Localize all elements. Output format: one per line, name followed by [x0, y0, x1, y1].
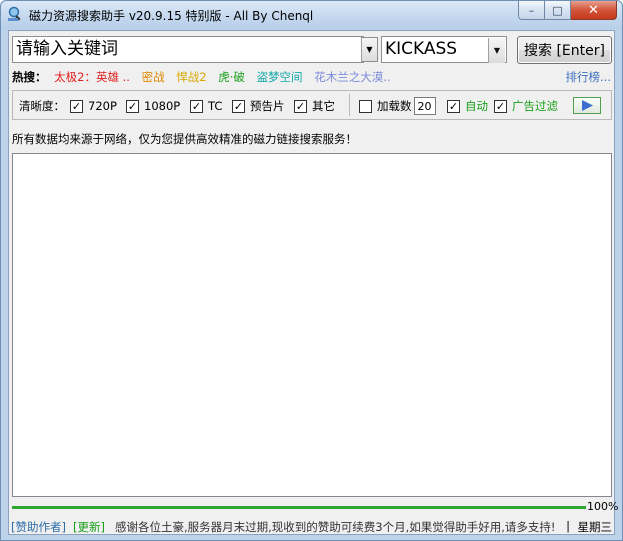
search-history-dropdown-button[interactable]: ▼ — [361, 37, 378, 62]
clarity-label: 清晰度： — [19, 98, 65, 114]
progress-fill — [12, 506, 586, 509]
window-controls: – □ ✕ — [518, 1, 617, 21]
option-tc[interactable]: ✓ TC — [190, 98, 222, 114]
option-label: 1080P — [144, 99, 181, 113]
checkbox-trailer[interactable]: ✓ — [232, 99, 245, 113]
maximize-button[interactable]: □ — [545, 1, 571, 20]
hot-item[interactable]: 密战 — [142, 70, 165, 84]
checkbox-ad-filter[interactable]: ✓ — [494, 99, 507, 113]
progress-bar — [12, 506, 586, 509]
weekday-label: 星期三 — [577, 520, 613, 534]
hot-item[interactable]: 太极2：英雄 .. — [54, 70, 130, 84]
option-1080p[interactable]: ✓ 1080P — [126, 98, 180, 114]
checkbox-tc[interactable]: ✓ — [190, 99, 203, 113]
engine-select[interactable]: KICKASS ▼ — [381, 36, 507, 63]
hot-item[interactable]: 盗梦空间 — [257, 70, 303, 84]
magnifier-app-icon — [8, 6, 21, 21]
play-button[interactable] — [573, 97, 601, 114]
dropdown-arrow-icon: ▼ — [366, 45, 373, 54]
option-720p[interactable]: ✓ 720P — [70, 98, 117, 114]
play-icon — [582, 100, 593, 111]
ranking-link[interactable]: 排行榜... — [566, 69, 611, 85]
checkbox-1080p[interactable]: ✓ — [126, 99, 139, 113]
hot-item[interactable]: 虎·破 — [218, 70, 245, 84]
status-bar: [赞助作者] [更新] 感谢各位土豪,服务器月末过期,现收到的赞助可续费3个月,… — [9, 519, 616, 535]
option-label: 720P — [88, 99, 117, 113]
option-label: TC — [208, 99, 223, 113]
option-trailer[interactable]: ✓ 预告片 — [232, 98, 285, 114]
option-label: 其它 — [312, 99, 335, 113]
checkbox-720p[interactable]: ✓ — [70, 99, 83, 113]
update-link[interactable]: [更新] — [73, 519, 105, 535]
checkbox-load-count[interactable] — [359, 99, 372, 113]
sponsor-link[interactable]: [赞助作者] — [11, 519, 66, 535]
filter-options-group: 清晰度： ✓ 720P ✓ 1080P ✓ TC ✓ 预告片 ✓ 其它 加载数 … — [12, 90, 612, 120]
results-list[interactable] — [12, 153, 612, 497]
status-separator: | — [566, 519, 570, 533]
option-load-count[interactable]: 加载数 20 — [359, 97, 436, 115]
minimize-button[interactable]: – — [518, 1, 545, 20]
engine-value: KICKASS — [385, 39, 458, 59]
engine-dropdown-button[interactable]: ▼ — [488, 38, 505, 63]
search-input[interactable]: 请输入关键词 — [12, 36, 364, 63]
search-button[interactable]: 搜索 [Enter] — [517, 36, 612, 64]
auto-label: 自动 — [465, 99, 488, 113]
option-label: 预告片 — [250, 99, 285, 113]
ad-filter-label: 广告过滤 — [512, 99, 558, 113]
load-count-input[interactable]: 20 — [413, 97, 436, 115]
option-other[interactable]: ✓ 其它 — [294, 98, 335, 114]
client-area: 请输入关键词 ▼ KICKASS ▼ 搜索 [Enter] 热搜： 太极2：英雄… — [8, 30, 619, 535]
app-window: 磁力资源搜索助手 v20.9.15 特别版 - All By Chenql – … — [0, 0, 623, 541]
hot-item[interactable]: 悍战2 — [176, 70, 206, 84]
option-ad-filter[interactable]: ✓ 广告过滤 — [494, 98, 558, 114]
option-auto[interactable]: ✓ 自动 — [447, 98, 488, 114]
progress-percent: 100% — [587, 500, 619, 513]
title-bar[interactable]: 磁力资源搜索助手 v20.9.15 特别版 - All By Chenql – … — [1, 1, 622, 29]
window-title: 磁力资源搜索助手 v20.9.15 特别版 - All By Chenql — [29, 9, 314, 23]
hot-search-label: 热搜： — [12, 70, 47, 84]
load-count-label: 加载数 — [377, 99, 412, 113]
clarity-label-text: 清晰度： — [19, 99, 65, 113]
dropdown-arrow-icon: ▼ — [493, 46, 501, 55]
close-button[interactable]: ✕ — [571, 1, 617, 20]
thanks-message: 感谢各位土豪,服务器月末过期,现收到的赞助可续费3个月,如果觉得助手好用,请多支… — [115, 520, 556, 534]
hot-item[interactable]: 花木兰之大漠.. — [314, 70, 390, 84]
notice-text: 所有数据均来源于网络，仅为您提供高效精准的磁力链接搜索服务！ — [12, 132, 357, 146]
hot-search-bar: 热搜： 太极2：英雄 .. 密战 悍战2 虎·破 盗梦空间 花木兰之大漠.. — [12, 69, 399, 85]
checkbox-auto[interactable]: ✓ — [447, 99, 460, 113]
options-divider — [349, 94, 350, 116]
checkbox-other[interactable]: ✓ — [294, 99, 307, 113]
